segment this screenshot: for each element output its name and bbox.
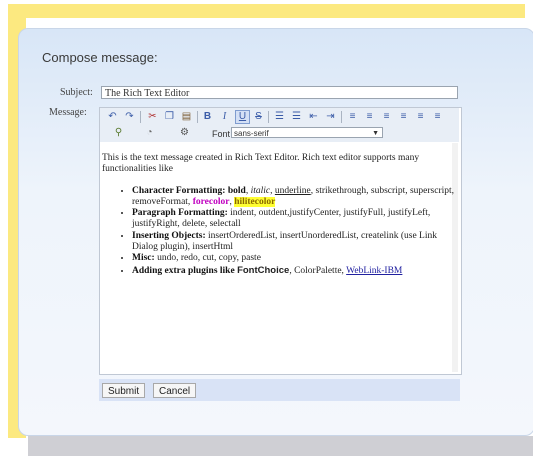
item-text: , ColorPalette, <box>289 265 344 276</box>
list-item: Adding extra plugins like FontChoice, Co… <box>132 265 458 277</box>
item-heading: Inserting Objects: <box>132 230 206 241</box>
bottom-shadow-bar <box>28 436 533 456</box>
unordered-list-icon[interactable]: ☰ <box>290 111 303 123</box>
chevron-down-icon: ▼ <box>372 130 379 137</box>
redo-icon[interactable]: ↷ <box>123 111 136 123</box>
underline-sample: underline <box>274 185 311 196</box>
color-palette-icon[interactable]: ⚙ <box>178 127 191 139</box>
page-title: Compose message: <box>42 50 158 65</box>
message-label: Message: <box>49 107 87 118</box>
strikethrough-icon[interactable]: S <box>252 111 265 123</box>
list-item: Character Formatting: bold, italic, unde… <box>132 186 458 209</box>
item-heading: Character Formatting: <box>132 185 226 196</box>
justify-full-icon[interactable]: ≡ <box>397 111 410 123</box>
weblink-sample[interactable]: WebLink-IBM <box>346 266 402 276</box>
feature-list: Character Formatting: bold, italic, unde… <box>102 186 458 277</box>
item-heading: Adding extra plugins like <box>132 265 235 276</box>
hilitecolor-sample: hilitecolor <box>234 196 276 207</box>
submit-button[interactable]: Submit <box>102 383 146 398</box>
underline-icon[interactable]: U <box>235 110 250 124</box>
list-item: Inserting Objects: insertOrderedList, in… <box>132 231 458 254</box>
link-icon[interactable]: ⚲ <box>112 127 125 139</box>
bold-icon[interactable]: B <box>201 111 214 123</box>
item-heading: Misc: <box>132 253 155 264</box>
justify-right-icon[interactable]: ≡ <box>380 111 393 123</box>
undo-icon[interactable]: ↶ <box>106 111 119 123</box>
italic-sample: italic <box>250 185 271 196</box>
italic-icon[interactable]: I <box>218 111 231 123</box>
paste-icon[interactable]: ▤ <box>180 111 193 123</box>
toolbar-separator <box>140 111 141 123</box>
justify-extra-icon[interactable]: ≡ <box>431 111 444 123</box>
list-item: Paragraph Formatting: indent, outdent,ju… <box>132 208 458 231</box>
indent-icon[interactable]: ⇥ <box>324 111 337 123</box>
font-choice-sample: FontChoice <box>237 264 290 276</box>
toolbar-separator <box>341 111 342 123</box>
font-label: Font <box>212 129 231 139</box>
intro-text: This is the text message created in Rich… <box>102 153 420 175</box>
remove-format-icon[interactable]: ≡ <box>414 111 427 123</box>
cancel-button[interactable]: Cancel <box>153 383 197 398</box>
item-heading: Paragraph Formatting: <box>132 208 228 219</box>
item-text: undo, redo, cut, copy, paste <box>157 253 261 264</box>
ordered-list-icon[interactable]: ☰ <box>273 111 286 123</box>
subject-input[interactable]: The Rich Text Editor <box>101 86 458 99</box>
toolbar-separator <box>268 111 269 123</box>
editor-content[interactable]: This is the text message created in Rich… <box>102 153 458 277</box>
toolbar-separator <box>197 111 198 123</box>
justify-center-icon[interactable]: ≡ <box>363 111 376 123</box>
outdent-icon[interactable]: ⇤ <box>307 111 320 123</box>
font-select-value: sans-serif <box>234 129 269 138</box>
cut-icon[interactable]: ✂ <box>146 111 159 123</box>
subject-label: Subject: <box>60 87 93 98</box>
copy-icon[interactable]: ❐ <box>163 111 176 123</box>
forecolor-sample: forecolor <box>192 196 230 207</box>
image-icon[interactable]: ◔ <box>143 127 156 139</box>
yellow-border-top <box>8 4 525 18</box>
justify-left-icon[interactable]: ≡ <box>346 111 359 123</box>
list-item: Misc: undo, redo, cut, copy, paste <box>132 253 458 264</box>
font-select[interactable]: sans-serif ▼ <box>231 127 383 138</box>
bold-sample: bold <box>227 185 246 196</box>
